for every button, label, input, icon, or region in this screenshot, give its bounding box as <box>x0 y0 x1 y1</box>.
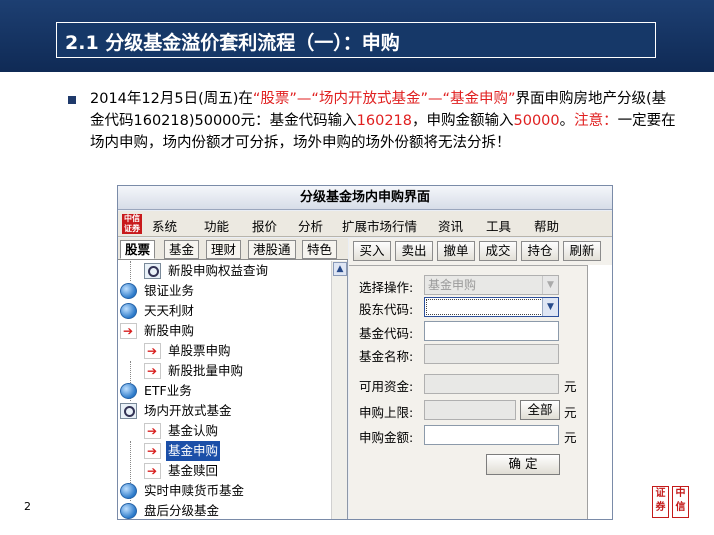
menu-analysis[interactable]: 分析 <box>298 216 323 235</box>
arrow-icon <box>144 461 161 481</box>
instruction-paragraph: 2014年12月5日(周五)在“股票”—“场内开放式基金”—“基金申购”界面申购… <box>90 88 680 154</box>
limit-field <box>424 400 516 420</box>
search-icon <box>144 263 161 279</box>
available-funds-field <box>424 374 559 394</box>
citic-securities-logo: 证券 中信 <box>652 486 690 518</box>
menu-system[interactable]: 系统 <box>152 216 177 235</box>
trading-window: 分级基金场内申购界面 中信证券 系统 功能 报价 分析 扩展市场行情 资讯 工具… <box>117 185 613 520</box>
tab-featured[interactable]: 特色 <box>302 240 338 259</box>
operation-select: 基金申购 ▼ <box>424 275 559 295</box>
app-logo-icon: 中信证券 <box>122 214 142 234</box>
positions-button[interactable]: 持仓 <box>521 241 559 261</box>
para-path-highlight: “股票”—“场内开放式基金”—“基金申购” <box>252 91 516 107</box>
account-select[interactable]: ▼ <box>424 297 559 317</box>
globe-icon <box>120 303 137 319</box>
slide-title-box: 2.1 分级基金溢价套利流程（一）：申购 <box>56 22 656 58</box>
amount-label: 申购金额: <box>359 430 414 445</box>
search-icon <box>120 403 137 419</box>
tab-hk-connect[interactable]: 港股通 <box>248 240 296 259</box>
slide-header: 2.1 分级基金溢价套利流程（一）：申购 <box>0 0 714 72</box>
fund-name-field <box>424 344 559 364</box>
menu-help[interactable]: 帮助 <box>534 216 559 235</box>
arrow-icon <box>144 361 161 381</box>
fund-code-label: 基金代码: <box>359 326 414 341</box>
arrow-icon <box>144 341 161 361</box>
operation-label: 选择操作: <box>359 280 414 295</box>
arrow-icon <box>120 321 137 341</box>
chevron-down-icon: ▼ <box>542 276 558 294</box>
left-nav-panel: 股票 基金 理财 港股通 特色 新股申购权益查询 银证业务 天天利财 ➔ 新股申… <box>118 238 348 519</box>
buy-button[interactable]: 买入 <box>353 241 391 261</box>
globe-icon <box>120 283 137 299</box>
para-part-5: ，申购金额输入 <box>412 113 514 129</box>
para-part-7: 。 <box>559 113 575 129</box>
globe-icon <box>120 483 137 499</box>
menu-bar: 中信证券 系统 功能 报价 分析 扩展市场行情 资讯 工具 帮助 <box>118 211 612 237</box>
cancel-order-button[interactable]: 撤单 <box>437 241 475 261</box>
logo-seal-right: 中信 <box>672 486 689 518</box>
window-title: 分级基金场内申购界面 <box>118 186 612 210</box>
refresh-button[interactable]: 刷新 <box>563 241 601 261</box>
side-list-panel <box>587 265 612 519</box>
page-number: 2 <box>24 500 31 513</box>
para-amount: 50000 <box>513 113 560 129</box>
subscription-form: 选择操作: 基金申购 ▼ 股东代码: ▼ 基金代码: 基金名称: 可用资金: 元… <box>349 265 587 519</box>
menu-tools[interactable]: 工具 <box>486 216 511 235</box>
tab-stocks[interactable]: 股票 <box>120 240 156 259</box>
arrow-icon <box>144 421 161 441</box>
tree-connector <box>130 261 131 281</box>
tab-funds[interactable]: 基金 <box>164 240 200 259</box>
account-label: 股东代码: <box>359 302 414 317</box>
menu-quotes[interactable]: 报价 <box>252 216 277 235</box>
menu-extended-market[interactable]: 扩展市场行情 <box>342 216 417 235</box>
left-tabstrip: 股票 基金 理财 港股通 特色 <box>118 238 348 260</box>
logo-seal-left: 证券 <box>652 486 669 518</box>
function-tree: 新股申购权益查询 银证业务 天天利财 新股申购 单股票申购 新股批量申购 <box>118 261 331 519</box>
globe-icon <box>120 503 137 519</box>
trades-button[interactable]: 成交 <box>479 241 517 261</box>
para-fund-code: 160218 <box>356 113 412 129</box>
para-note-label: 注意： <box>574 113 618 129</box>
scroll-up-icon[interactable]: ▲ <box>333 262 347 276</box>
available-unit: 元 <box>564 379 577 394</box>
fund-code-input[interactable] <box>424 321 559 341</box>
chevron-down-icon[interactable]: ▼ <box>542 298 558 316</box>
limit-unit: 元 <box>564 405 577 420</box>
para-part-1: 2014年12月5日(周五)在 <box>90 91 253 107</box>
tab-wealth[interactable]: 理财 <box>206 240 242 259</box>
all-button[interactable]: 全部 <box>520 400 560 420</box>
tree-scrollbar[interactable]: ▲ <box>331 261 347 519</box>
amount-stepper[interactable]: ▲▼ <box>424 425 559 445</box>
trade-panel: 买入 卖出 撤单 成交 持仓 刷新 选择操作: 基金申购 ▼ 股东代码: ▼ 基… <box>349 238 612 519</box>
confirm-button[interactable]: 确 定 <box>486 454 560 475</box>
available-funds-label: 可用资金: <box>359 379 414 394</box>
amount-unit: 元 <box>564 430 577 445</box>
globe-icon <box>120 383 137 399</box>
sell-button[interactable]: 卖出 <box>395 241 433 261</box>
bullet-marker <box>68 96 76 104</box>
arrow-icon <box>144 441 161 461</box>
limit-label: 申购上限: <box>359 405 414 420</box>
menu-function[interactable]: 功能 <box>204 216 229 235</box>
fund-name-label: 基金名称: <box>359 349 414 364</box>
slide-title: 2.1 分级基金溢价套利流程（一）：申购 <box>65 32 400 54</box>
menu-news[interactable]: 资讯 <box>438 216 463 235</box>
